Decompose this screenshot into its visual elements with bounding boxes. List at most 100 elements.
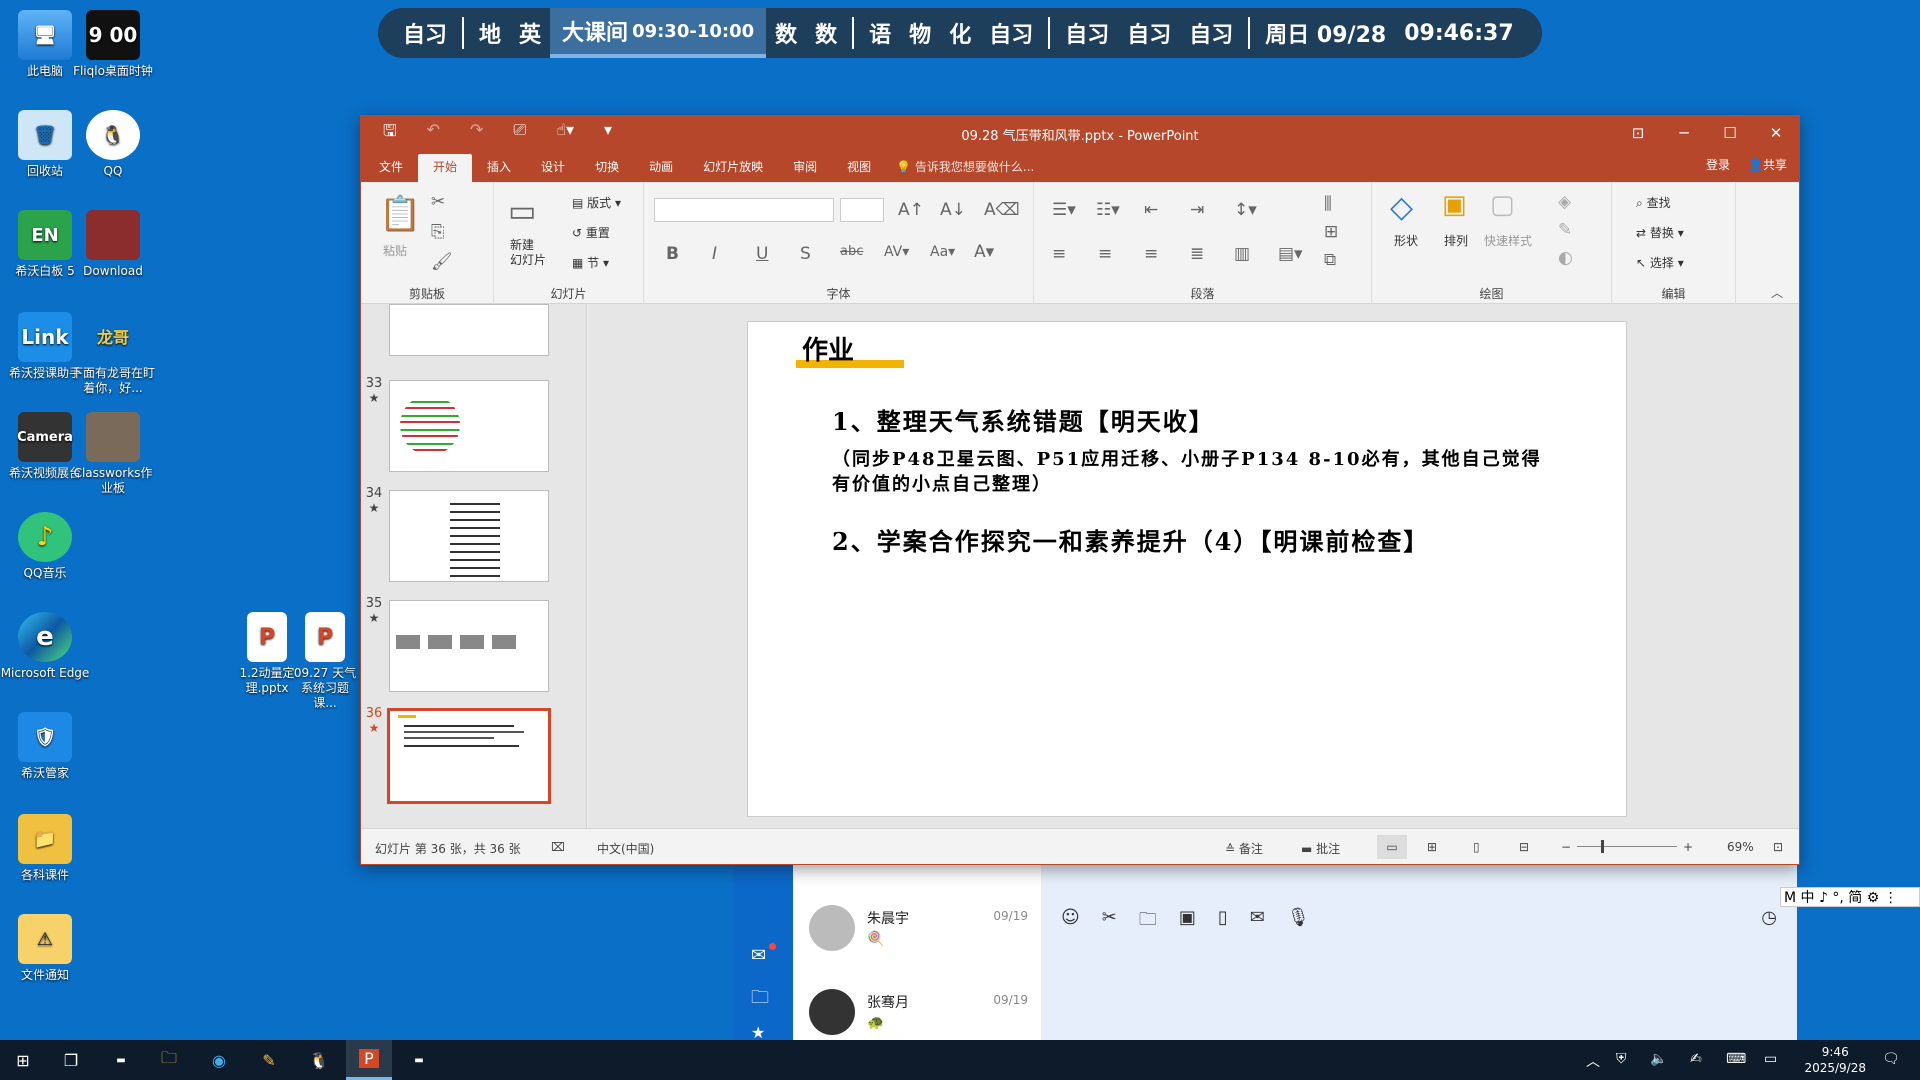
zoom-out-button[interactable]: − — [1561, 840, 1571, 854]
ribbon-display-icon[interactable]: ⊡ — [1615, 116, 1661, 150]
tab-home[interactable]: 开始 — [418, 154, 473, 182]
slide-thumbnail[interactable] — [389, 304, 549, 356]
shapes-button[interactable]: 形状 — [1394, 232, 1418, 249]
customize-qat-icon[interactable]: ▾ — [604, 120, 612, 147]
slide-title[interactable]: 作业 — [802, 330, 854, 367]
envelope-icon[interactable]: ✉ — [1250, 907, 1265, 937]
font-name-input[interactable] — [654, 198, 834, 222]
keyboard-icon[interactable]: ⌨ — [1726, 1051, 1746, 1067]
shrink-font-icon[interactable]: A↓ — [940, 200, 966, 220]
save-icon[interactable]: 🖫 — [383, 120, 397, 147]
taskbar-clock[interactable]: 9:46 2025/9/28 — [1804, 1044, 1866, 1076]
zoom-slider-thumb[interactable] — [1601, 840, 1604, 853]
align-right-icon[interactable]: ≡ — [1144, 244, 1158, 264]
spell-check-icon[interactable]: ⌧ — [551, 840, 565, 854]
shadow-icon[interactable]: S — [800, 244, 811, 264]
cut-icon[interactable]: ✂ — [431, 192, 445, 212]
shape-outline-icon[interactable]: ✎ — [1558, 220, 1572, 240]
desktop-file-weather[interactable]: P 09.27 天气系统习题课... — [290, 612, 360, 711]
section-button[interactable]: ▦ 节 ▾ — [572, 254, 609, 271]
select-button[interactable]: ↖ 选择 ▾ — [1636, 254, 1684, 271]
smartart-icon[interactable]: ⧉ — [1324, 250, 1336, 270]
replace-button[interactable]: ⇄ 替换 ▾ — [1636, 224, 1684, 241]
font-color-icon[interactable]: A▾ — [974, 242, 994, 262]
comments-button[interactable]: ▬ 批注 — [1301, 840, 1340, 857]
minimize-button[interactable]: ─ — [1661, 116, 1707, 150]
decrease-indent-icon[interactable]: ⇤ — [1144, 200, 1158, 220]
numbering-icon[interactable]: ☷▾ — [1096, 200, 1120, 220]
app-icon[interactable]: ▬ — [396, 1040, 442, 1080]
emoji-icon[interactable]: ☺ — [1061, 907, 1080, 937]
reset-button[interactable]: ↺ 重置 — [572, 224, 610, 241]
zoom-level[interactable]: 69% — [1727, 840, 1754, 854]
slideshow-icon[interactable]: ⊟ — [1519, 840, 1529, 854]
shapes-icon[interactable]: ◇ — [1390, 190, 1413, 225]
history-icon[interactable]: ◷ — [1761, 907, 1777, 928]
notification-icon[interactable]: 🗨 — [1882, 1051, 1900, 1067]
distributed-icon[interactable]: ▥ — [1234, 244, 1250, 264]
qq-icon[interactable]: 🐧 — [296, 1040, 342, 1080]
line-spacing-icon[interactable]: ↕▾ — [1234, 200, 1257, 220]
shape-fill-icon[interactable]: ◈ — [1558, 192, 1571, 212]
slide-thumbnail[interactable] — [389, 380, 549, 472]
language-indicator[interactable]: 中文(中国) — [597, 840, 654, 857]
show-hidden-icons[interactable]: ︿ — [1586, 1051, 1600, 1071]
reading-view-icon[interactable]: ▯ — [1473, 840, 1480, 854]
slide-sorter-icon[interactable]: ⊞ — [1427, 840, 1437, 854]
desktop-icon-classworks[interactable]: Classworks作业板 — [68, 412, 158, 496]
maximize-button[interactable]: ☐ — [1707, 116, 1753, 150]
mail-icon[interactable]: ✉ — [751, 945, 766, 966]
underline-icon[interactable]: U — [756, 244, 768, 264]
start-icon[interactable]: ⊞ — [0, 1040, 46, 1080]
image-icon[interactable]: ▣ — [1179, 907, 1196, 937]
normal-view-icon[interactable]: ▭ — [1377, 835, 1407, 859]
redo-icon[interactable]: ↷ — [470, 120, 483, 147]
tab-slideshow[interactable]: 幻灯片放映 — [688, 154, 778, 182]
quick-styles-icon[interactable]: ▢ — [1490, 190, 1515, 220]
char-spacing-icon[interactable]: AV▾ — [884, 244, 909, 260]
task-view-icon[interactable]: ❐ — [48, 1040, 94, 1080]
undo-icon[interactable]: ↶ — [427, 120, 440, 147]
align-left-icon[interactable]: ≡ — [1052, 244, 1066, 264]
folder-icon[interactable]: 🗀 — [1139, 907, 1157, 937]
current-slide[interactable]: 作业 1、整理天气系统错题【明天收】 （同步P48卫星云图、P51应用迁移、小册… — [747, 321, 1627, 817]
fit-slide-icon[interactable]: ⊡ — [1773, 840, 1783, 854]
desktop-icon-qq-music[interactable]: ♪ QQ音乐 — [0, 512, 90, 581]
strikethrough-icon[interactable]: abc — [840, 244, 863, 259]
slide-line-2[interactable]: （同步P48卫星云图、P51应用迁移、小册子P134 8-10必有，其他自己觉得… — [832, 447, 1552, 497]
format-painter-icon[interactable]: 🖌 — [431, 252, 453, 272]
slide-thumbnail-selected[interactable] — [387, 708, 551, 804]
share-button[interactable]: 👤共享 — [1748, 156, 1787, 173]
slide-thumbnail-pane[interactable]: 33 ★ 34 ★ 35 ★ 36 ★ — [361, 304, 587, 828]
edge-icon[interactable]: ◉ — [196, 1040, 242, 1080]
tab-transitions[interactable]: 切换 — [580, 154, 634, 182]
tell-me-search[interactable]: 💡 告诉我您想要做什么... — [896, 154, 1034, 182]
clear-format-icon[interactable]: A⌫ — [984, 200, 1020, 220]
slide-line-1[interactable]: 1、整理天气系统错题【明天收】 — [832, 402, 1215, 437]
app-icon[interactable]: ▬ — [98, 1040, 144, 1080]
present-icon[interactable]: ⎚ — [513, 120, 526, 147]
tab-insert[interactable]: 插入 — [472, 154, 526, 182]
powerpoint-icon[interactable]: P — [346, 1040, 392, 1080]
increase-indent-icon[interactable]: ⇥ — [1190, 200, 1204, 220]
columns-icon[interactable]: ▤▾ — [1278, 244, 1303, 264]
tab-view[interactable]: 视图 — [832, 154, 886, 182]
new-slide-button[interactable]: 新建 幻灯片 — [510, 238, 546, 268]
arrange-icon[interactable]: ▣ — [1442, 190, 1467, 220]
copy-icon[interactable]: ⎘ — [431, 222, 445, 242]
tab-file[interactable]: 文件 — [361, 154, 418, 182]
volume-icon[interactable]: 🔈 — [1650, 1051, 1667, 1067]
paste-icon[interactable]: 📋 — [379, 194, 421, 234]
desktop-icon-peek[interactable]: 龙哥 下面有龙哥在盯着你，好... — [68, 312, 158, 396]
grow-font-icon[interactable]: A↑ — [898, 200, 924, 220]
italic-icon[interactable]: I — [712, 244, 717, 264]
chat-input-area[interactable]: ☺ ✂ 🗀 ▣ ▯ ✉ 🎙 ◷ — [1041, 865, 1797, 1040]
tab-animations[interactable]: 动画 — [634, 154, 688, 182]
align-text-icon[interactable]: ⊞ — [1324, 222, 1338, 242]
desktop-icon-qq[interactable]: 🐧 QQ — [68, 110, 158, 179]
display-icon[interactable]: ▭ — [1764, 1051, 1777, 1067]
slide-line-3[interactable]: 2、学案合作探究一和素养提升（4）【明课前检查】 — [832, 522, 1429, 557]
desktop-icon-download[interactable]: Download — [68, 210, 158, 279]
contact-item[interactable]: 朱晨宇 09/19 🍭 — [809, 905, 1034, 965]
desktop-icon-fliqlo[interactable]: 9 00 Fliqlo桌面时钟 — [68, 10, 158, 79]
